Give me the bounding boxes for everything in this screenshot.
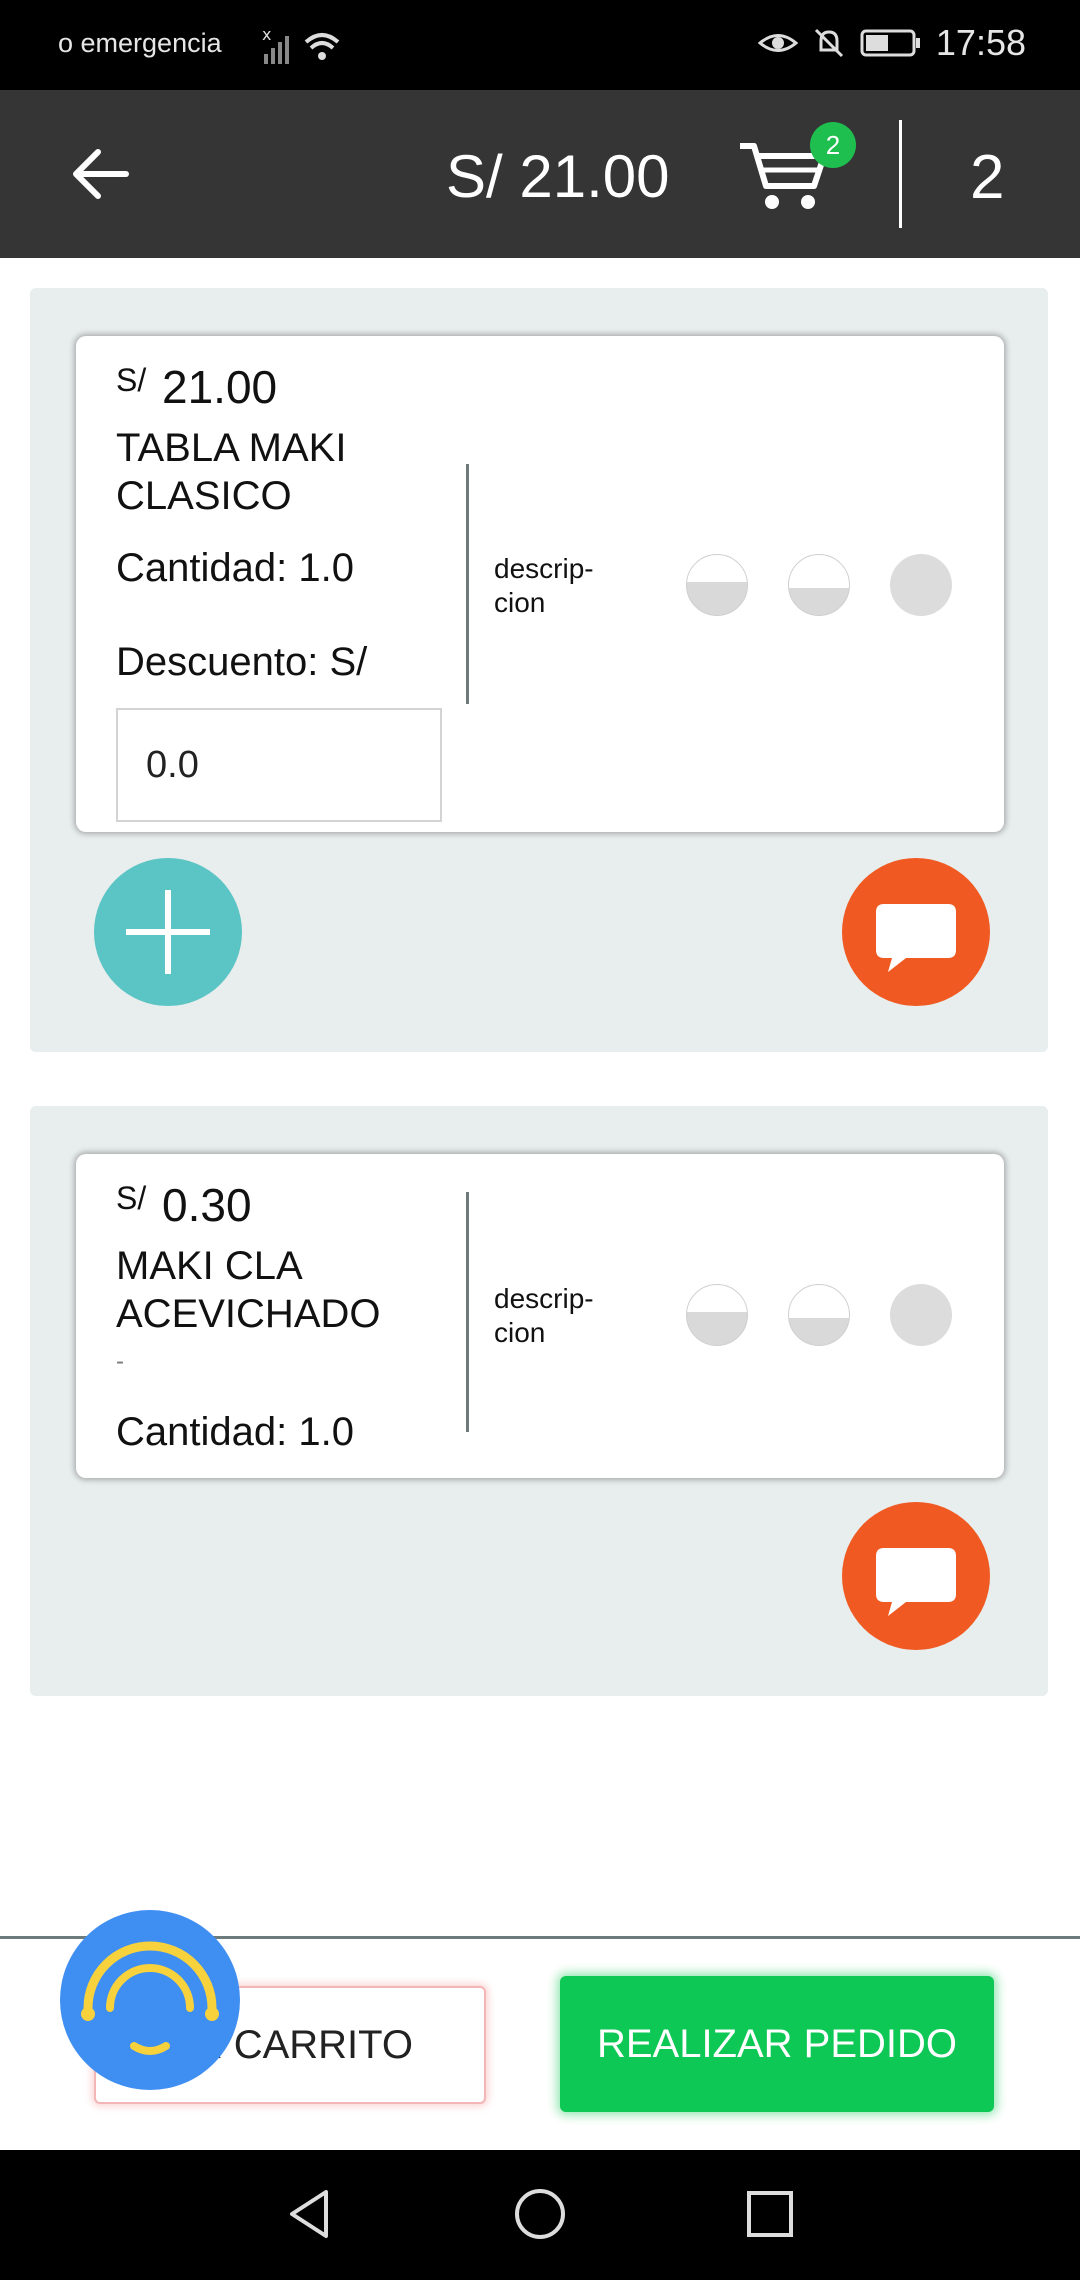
place-order-button[interactable]: REALIZAR PEDIDO [560,1976,994,2112]
back-arrow-icon[interactable] [68,142,132,206]
item-quantity: Cantidad: 1.0 [116,546,354,590]
currency-label: S/ [116,362,147,398]
spice-level-high-option[interactable] [890,1284,952,1346]
signal-wifi-icon: x [262,25,352,71]
order-item-panel: S/ 21.00 TABLA MAKI CLASICO Cantidad: 1.… [30,288,1048,1052]
nav-back-icon[interactable] [282,2186,338,2242]
spice-level-low-option[interactable] [686,554,748,616]
item-name: TABLA MAKI CLASICO [116,426,347,518]
item-card: S/ 21.00 TABLA MAKI CLASICO Cantidad: 1.… [76,336,1004,832]
item-price: 0.30 [162,1179,252,1231]
status-bar: o emergencia x 17:58 [0,0,1080,90]
screen: o emergencia x 17:58 S/ 21.00 2 2 S/ 21.… [0,0,1080,2280]
app-bar: S/ 21.00 2 2 [0,90,1080,258]
item-description: descrip-cion [494,553,594,618]
comment-button[interactable] [842,858,990,1006]
svg-text:x: x [262,26,271,44]
system-nav-bar [0,2150,1080,2280]
divider [899,120,902,228]
clock: 17:58 [935,22,1026,63]
assistant-button[interactable] [60,1910,240,2090]
nav-recents-icon[interactable] [742,2186,798,2242]
card-divider [466,1192,469,1432]
card-divider [466,464,469,704]
eye-icon [757,34,798,52]
nav-home-icon[interactable] [512,2186,568,2242]
add-button[interactable] [94,858,242,1006]
order-item-panel: S/ 0.30 MAKI CLA ACEVICHADO - Cantidad: … [30,1106,1048,1696]
spice-level-high-option[interactable] [890,554,952,616]
cart-badge: 2 [810,122,856,168]
discount-input[interactable]: 0.0 [116,708,442,822]
spice-level-medium-option[interactable] [788,1284,850,1346]
item-note: - [116,1348,124,1375]
currency-label: S/ [116,1180,147,1216]
item-price: 21.00 [162,361,278,413]
bell-off-icon [814,28,843,58]
chat-bubble-icon [876,1548,956,1616]
chat-bubble-icon [876,904,956,972]
item-quantity: Cantidad: 1.0 [116,1410,354,1454]
carrier-label: o emergencia [58,28,222,58]
battery-icon [860,29,920,57]
plus-icon [126,890,210,974]
item-count: 2 [970,143,1005,212]
item-name: MAKI CLA ACEVICHADO [116,1244,381,1336]
discount-label: Descuento: S/ [116,640,368,684]
item-description: descrip-cion [494,1283,594,1348]
spice-level-low-option[interactable] [686,1284,748,1346]
cart-total: S/ 21.00 [446,143,670,210]
headset-icon [81,1941,219,2055]
spice-level-medium-option[interactable] [788,554,850,616]
comment-button[interactable] [842,1502,990,1650]
item-card: S/ 0.30 MAKI CLA ACEVICHADO - Cantidad: … [76,1154,1004,1478]
